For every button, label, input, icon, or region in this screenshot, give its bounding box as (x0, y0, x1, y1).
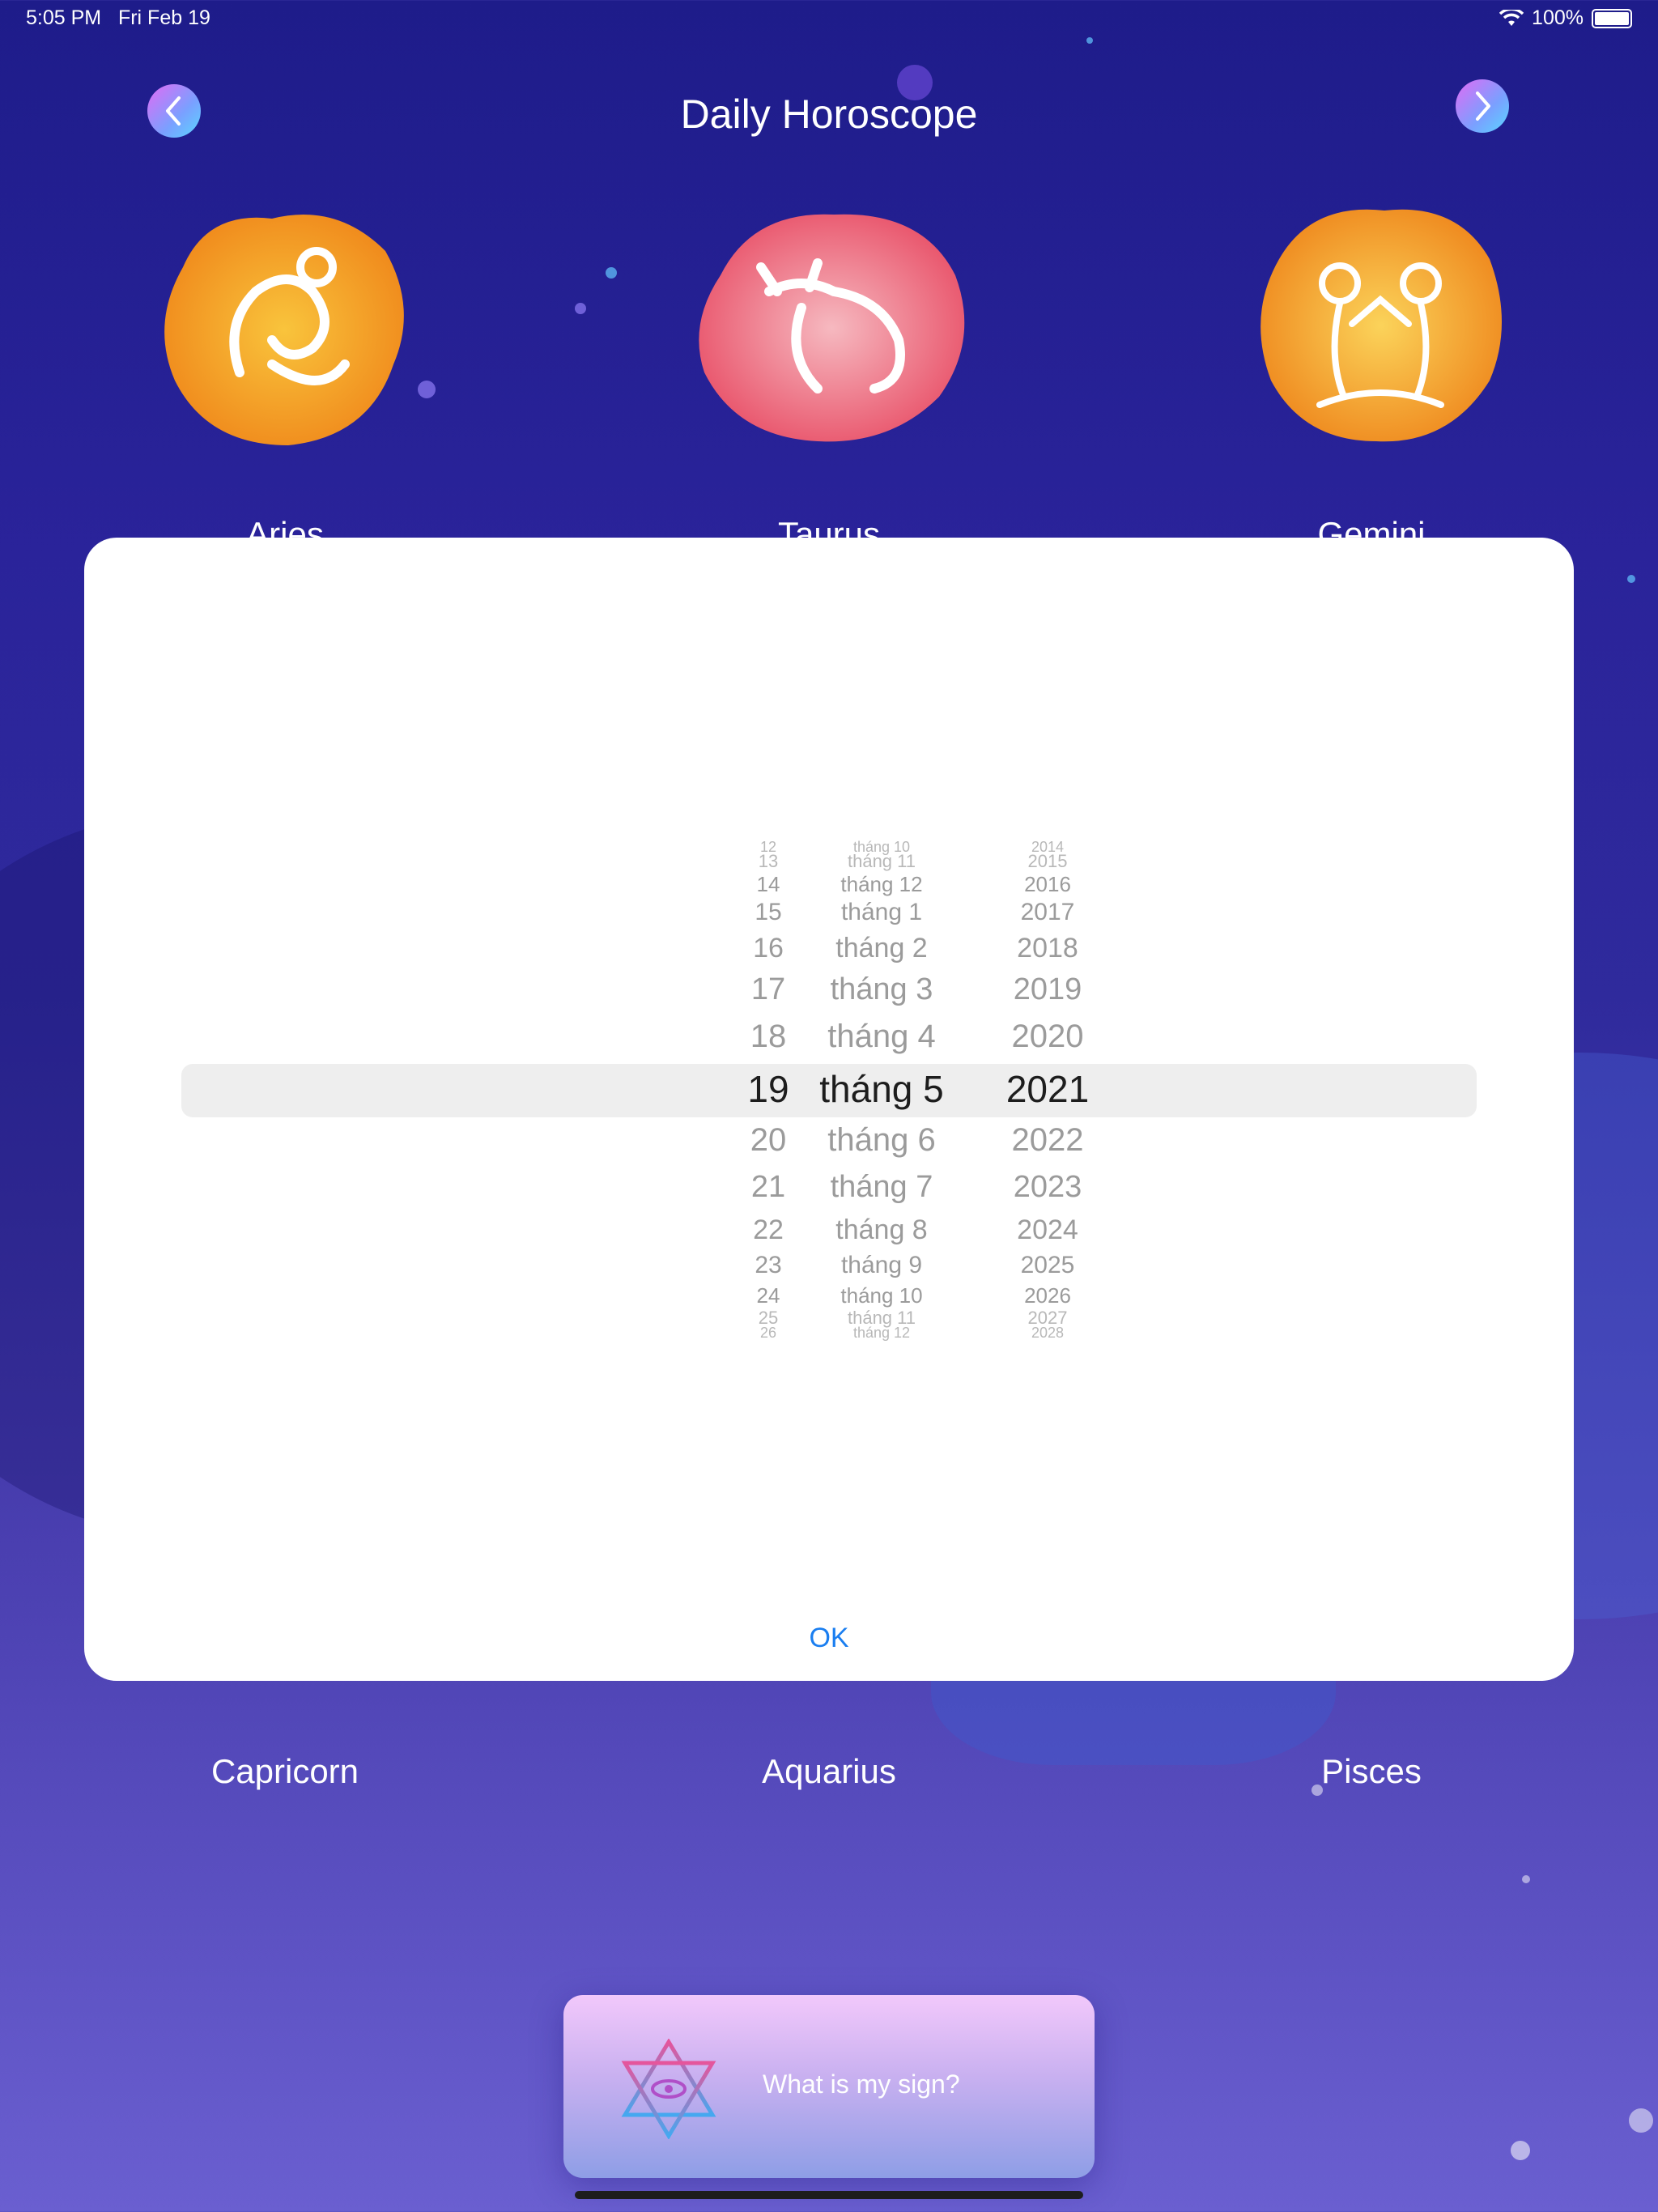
aries-icon (164, 215, 404, 445)
sign-aries[interactable] (151, 202, 418, 445)
sign-label-pisces[interactable]: Pisces (1209, 1752, 1533, 1791)
picker-option[interactable]: tháng 6 (789, 1122, 975, 1159)
picker-option[interactable]: 2022 (967, 1122, 1129, 1159)
picker-option[interactable]: tháng 11 (789, 851, 975, 872)
battery-percent: 100% (1532, 6, 1584, 29)
home-indicator[interactable] (575, 2191, 1083, 2199)
picker-option[interactable]: 2021 (967, 1067, 1129, 1111)
sign-label-aquarius[interactable]: Aquarius (667, 1752, 991, 1791)
sign-label-capricorn[interactable]: Capricorn (123, 1752, 447, 1791)
status-date: Fri Feb 19 (117, 6, 210, 29)
battery-icon (1592, 8, 1632, 28)
picker-option[interactable]: tháng 7 (789, 1170, 975, 1205)
status-bar: 5:05 PM Fri Feb 19 100% (0, 0, 1658, 39)
picker-option[interactable]: 2024 (967, 1214, 1129, 1246)
picker-option[interactable]: 2020 (967, 1019, 1129, 1055)
picker-option[interactable]: tháng 4 (789, 1019, 975, 1055)
picker-option[interactable]: 2017 (967, 899, 1129, 926)
status-time-date: 5:05 PM Fri Feb 19 (26, 6, 210, 30)
what-is-my-sign-button[interactable]: What is my sign? (563, 1995, 1095, 2178)
picker-option[interactable]: 2025 (967, 1252, 1129, 1279)
sign-taurus[interactable] (680, 202, 965, 445)
picker-option[interactable]: 2023 (967, 1170, 1129, 1205)
gemini-icon (1261, 209, 1502, 442)
ok-button[interactable]: OK (84, 1623, 1574, 1654)
picker-option[interactable]: tháng 8 (789, 1214, 975, 1246)
sign-gemini[interactable] (1247, 202, 1514, 445)
what-is-my-sign-label: What is my sign? (763, 2069, 960, 2099)
star-of-david-eye-icon (621, 2039, 716, 2139)
picker-option[interactable]: tháng 10 (789, 1283, 975, 1308)
status-right: 100% (1499, 6, 1632, 30)
picker-option[interactable]: 2015 (967, 851, 1129, 872)
picker-option[interactable]: 2018 (967, 933, 1129, 964)
status-time: 5:05 PM (26, 6, 102, 29)
picker-option[interactable]: tháng 12 (789, 872, 975, 897)
date-picker-dialog: 12 13 14 15 16 17 18 19 20 21 22 23 24 25 26 tháng 10 t… (84, 538, 1574, 1681)
picker-option[interactable]: 2016 (967, 872, 1129, 897)
taurus-icon (699, 214, 965, 442)
page-title: Daily Horoscope (680, 91, 978, 137)
wifi-icon (1499, 9, 1524, 26)
picker-option[interactable]: tháng 2 (789, 933, 975, 964)
picker-option[interactable]: 2026 (967, 1283, 1129, 1308)
picker-option[interactable]: tháng 12 (789, 1325, 975, 1342)
date-picker[interactable]: 12 13 14 15 16 17 18 19 20 21 22 23 24 25 26 tháng 10 t… (181, 797, 1477, 1380)
picker-option[interactable]: tháng 9 (789, 1252, 975, 1279)
picker-option[interactable]: 2028 (967, 1325, 1129, 1342)
picker-option[interactable]: tháng 5 (789, 1067, 975, 1111)
picker-option[interactable]: 2019 (967, 972, 1129, 1007)
picker-option[interactable]: tháng 3 (789, 972, 975, 1007)
picker-option[interactable]: tháng 1 (789, 899, 975, 926)
